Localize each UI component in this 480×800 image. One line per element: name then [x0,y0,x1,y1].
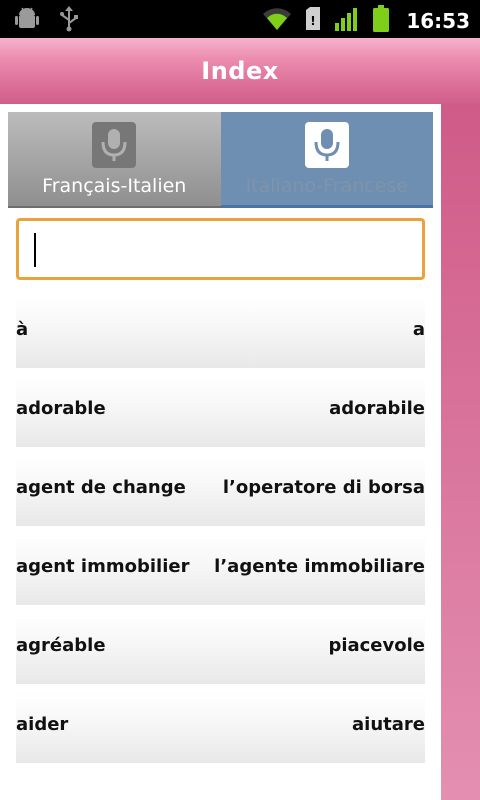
french-word: adorable [16,398,106,419]
battery-icon [372,5,390,37]
microphone-icon [304,122,349,168]
text-cursor [34,233,36,267]
italian-word: adorabile [329,398,425,419]
italian-word: a [412,319,425,340]
french-word: agent de change [16,477,186,498]
french-word: agréable [16,635,106,656]
list-item[interactable]: à a [16,289,425,368]
list-item[interactable]: aider aiutare [16,684,425,763]
tab-italiano-francese[interactable]: Italiano-Francese [220,112,433,208]
list-item[interactable]: agent immobilier l’agente immobiliare [16,526,425,605]
tab-label: Italiano-Francese [245,175,409,197]
french-word: à [16,319,29,340]
signal-icon [334,6,360,36]
microphone-icon [92,122,137,168]
wifi-icon [262,6,292,36]
status-bar: ! 16:53 [0,0,480,38]
list-item[interactable]: agent de change l’operatore di borsa [16,447,425,526]
italian-word: l’operatore di borsa [222,477,425,498]
usb-icon [58,6,80,36]
search-input[interactable] [19,221,422,277]
tab-francais-italien[interactable]: Français-Italien [8,112,221,208]
side-strip [441,104,480,800]
italian-word: l’agente immobiliare [214,556,425,577]
search-field[interactable] [16,218,425,280]
italian-word: aiutare [352,714,425,735]
italian-word: piacevole [328,635,425,656]
svg-text:!: ! [311,14,316,28]
tab-label: Français-Italien [42,175,187,197]
language-tabs: Français-Italien Italiano-Francese [8,112,433,208]
android-debug-icon [14,6,40,36]
french-word: aider [16,714,69,735]
title-bar: Index [0,38,480,104]
list-item[interactable]: agréable piacevole [16,605,425,684]
page-title: Index [201,57,279,85]
list-item[interactable]: adorable adorabile [16,368,425,447]
sd-card-icon: ! [304,6,322,36]
clock: 16:53 [406,9,470,33]
french-word: agent immobilier [16,556,190,577]
word-list: à a adorable adorabile agent de change l… [16,289,425,763]
